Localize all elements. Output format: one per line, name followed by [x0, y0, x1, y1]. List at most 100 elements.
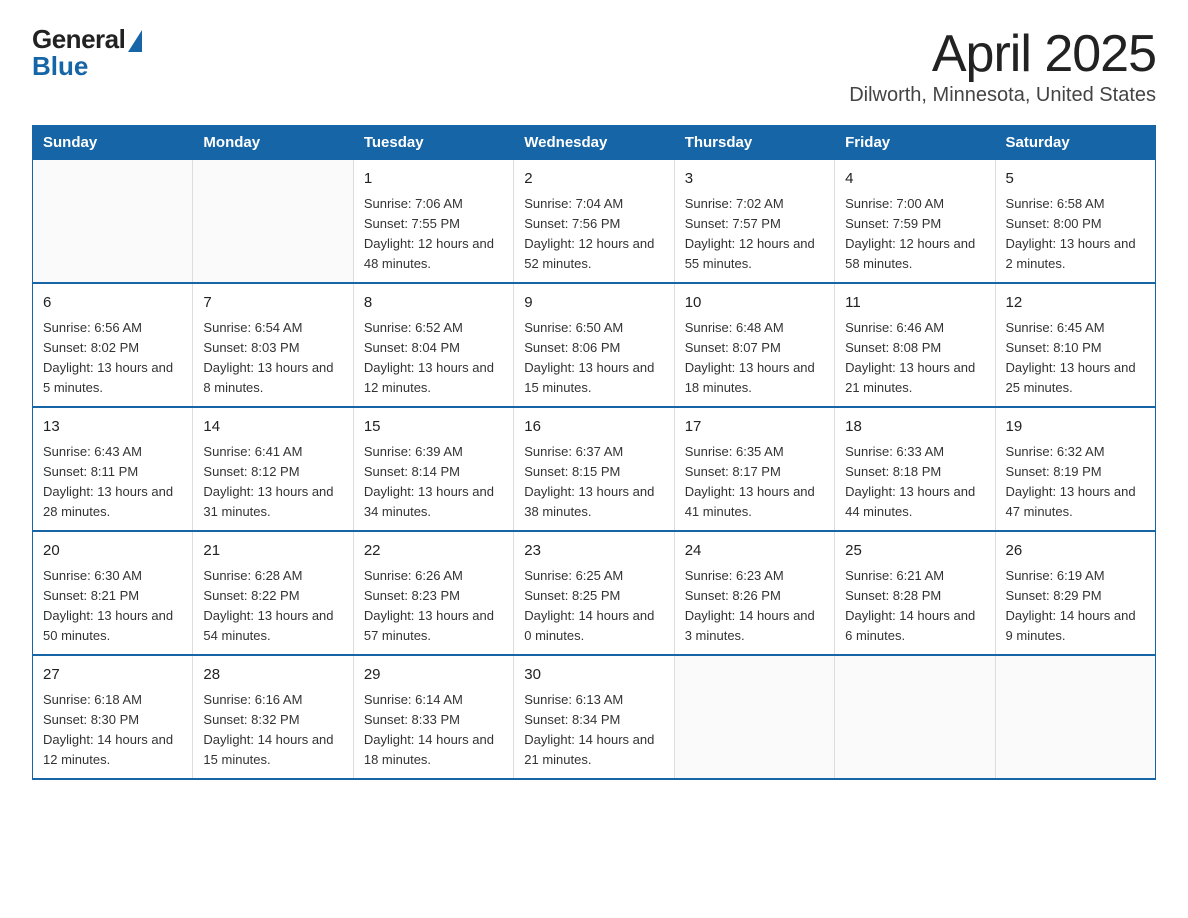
- calendar-header-wednesday: Wednesday: [514, 126, 674, 160]
- day-info: Sunrise: 7:00 AMSunset: 7:59 PMDaylight:…: [845, 194, 984, 275]
- logo: General Blue: [32, 24, 142, 82]
- day-info: Sunrise: 6:30 AMSunset: 8:21 PMDaylight:…: [43, 566, 182, 647]
- day-number: 11: [845, 292, 984, 315]
- calendar-day-cell: 29 Sunrise: 6:14 AMSunset: 8:33 PMDayligh…: [353, 655, 513, 779]
- day-info: Sunrise: 6:33 AMSunset: 8:18 PMDaylight:…: [845, 442, 984, 523]
- day-info: Sunrise: 6:35 AMSunset: 8:17 PMDaylight:…: [685, 442, 824, 523]
- day-number: 16: [524, 416, 663, 439]
- calendar-day-cell: [674, 655, 834, 779]
- calendar-day-cell: [193, 160, 353, 284]
- day-number: 26: [1006, 540, 1145, 563]
- calendar-day-cell: 19 Sunrise: 6:32 AMSunset: 8:19 PMDayligh…: [995, 407, 1155, 531]
- day-info: Sunrise: 6:28 AMSunset: 8:22 PMDaylight:…: [203, 566, 342, 647]
- day-number: 21: [203, 540, 342, 563]
- calendar-week-row: 13 Sunrise: 6:43 AMSunset: 8:11 PMDayligh…: [33, 407, 1156, 531]
- calendar-day-cell: 18 Sunrise: 6:33 AMSunset: 8:18 PMDayligh…: [835, 407, 995, 531]
- calendar-week-row: 6 Sunrise: 6:56 AMSunset: 8:02 PMDaylight…: [33, 283, 1156, 407]
- calendar-header-sunday: Sunday: [33, 126, 193, 160]
- calendar-header-thursday: Thursday: [674, 126, 834, 160]
- calendar-day-cell: 17 Sunrise: 6:35 AMSunset: 8:17 PMDayligh…: [674, 407, 834, 531]
- calendar-day-cell: 24 Sunrise: 6:23 AMSunset: 8:26 PMDayligh…: [674, 531, 834, 655]
- day-number: 10: [685, 292, 824, 315]
- calendar-header-friday: Friday: [835, 126, 995, 160]
- day-number: 30: [524, 664, 663, 687]
- day-number: 2: [524, 168, 663, 191]
- day-info: Sunrise: 6:13 AMSunset: 8:34 PMDaylight:…: [524, 690, 663, 771]
- day-number: 23: [524, 540, 663, 563]
- calendar-week-row: 27Sunrise: 6:18 AMSunset: 8:30 PMDayligh…: [33, 655, 1156, 779]
- calendar-day-cell: [995, 655, 1155, 779]
- day-number: 5: [1006, 168, 1145, 191]
- day-info: Sunrise: 6:43 AMSunset: 8:11 PMDaylight:…: [43, 442, 182, 523]
- day-info: Sunrise: 6:23 AMSunset: 8:26 PMDaylight:…: [685, 566, 824, 647]
- calendar-week-row: 1Sunrise: 7:06 AMSunset: 7:55 PMDaylight…: [33, 160, 1156, 284]
- day-number: 12: [1006, 292, 1145, 315]
- calendar-day-cell: 2 Sunrise: 7:04 AMSunset: 7:56 PMDaylight…: [514, 160, 674, 284]
- calendar-week-row: 20Sunrise: 6:30 AMSunset: 8:21 PMDayligh…: [33, 531, 1156, 655]
- day-info: Sunrise: 6:54 AMSunset: 8:03 PMDaylight:…: [203, 318, 342, 399]
- calendar-day-cell: 1Sunrise: 7:06 AMSunset: 7:55 PMDaylight…: [353, 160, 513, 284]
- day-info: Sunrise: 6:26 AMSunset: 8:23 PMDaylight:…: [364, 566, 503, 647]
- day-number: 14: [203, 416, 342, 439]
- page-subtitle: Dilworth, Minnesota, United States: [849, 84, 1156, 107]
- day-info: Sunrise: 6:25 AMSunset: 8:25 PMDaylight:…: [524, 566, 663, 647]
- day-number: 18: [845, 416, 984, 439]
- calendar-day-cell: 6 Sunrise: 6:56 AMSunset: 8:02 PMDaylight…: [33, 283, 193, 407]
- calendar-day-cell: 14Sunrise: 6:41 AMSunset: 8:12 PMDayligh…: [193, 407, 353, 531]
- calendar-day-cell: 5Sunrise: 6:58 AMSunset: 8:00 PMDaylight…: [995, 160, 1155, 284]
- calendar-day-cell: 8 Sunrise: 6:52 AMSunset: 8:04 PMDaylight…: [353, 283, 513, 407]
- calendar-day-cell: 13 Sunrise: 6:43 AMSunset: 8:11 PMDayligh…: [33, 407, 193, 531]
- day-info: Sunrise: 6:45 AMSunset: 8:10 PMDaylight:…: [1006, 318, 1145, 399]
- day-info: Sunrise: 7:04 AMSunset: 7:56 PMDaylight:…: [524, 194, 663, 275]
- calendar-header-saturday: Saturday: [995, 126, 1155, 160]
- calendar-day-cell: 11Sunrise: 6:46 AMSunset: 8:08 PMDayligh…: [835, 283, 995, 407]
- page-title: April 2025: [849, 24, 1156, 84]
- calendar-day-cell: 3Sunrise: 7:02 AMSunset: 7:57 PMDaylight…: [674, 160, 834, 284]
- calendar-header-tuesday: Tuesday: [353, 126, 513, 160]
- calendar-day-cell: [33, 160, 193, 284]
- calendar-day-cell: 15 Sunrise: 6:39 AMSunset: 8:14 PMDayligh…: [353, 407, 513, 531]
- title-block: April 2025 Dilworth, Minnesota, United S…: [849, 24, 1156, 107]
- calendar-day-cell: 12 Sunrise: 6:45 AMSunset: 8:10 PMDayligh…: [995, 283, 1155, 407]
- day-info: Sunrise: 6:21 AMSunset: 8:28 PMDaylight:…: [845, 566, 984, 647]
- day-number: 4: [845, 168, 984, 191]
- calendar-day-cell: 30 Sunrise: 6:13 AMSunset: 8:34 PMDayligh…: [514, 655, 674, 779]
- calendar-day-cell: 21 Sunrise: 6:28 AMSunset: 8:22 PMDayligh…: [193, 531, 353, 655]
- day-info: Sunrise: 6:52 AMSunset: 8:04 PMDaylight:…: [364, 318, 503, 399]
- day-number: 13: [43, 416, 182, 439]
- day-number: 27: [43, 664, 182, 687]
- day-number: 19: [1006, 416, 1145, 439]
- day-info: Sunrise: 6:14 AMSunset: 8:33 PMDaylight:…: [364, 690, 503, 771]
- calendar-day-cell: 20Sunrise: 6:30 AMSunset: 8:21 PMDayligh…: [33, 531, 193, 655]
- calendar-day-cell: 9Sunrise: 6:50 AMSunset: 8:06 PMDaylight…: [514, 283, 674, 407]
- calendar-day-cell: 26 Sunrise: 6:19 AMSunset: 8:29 PMDayligh…: [995, 531, 1155, 655]
- day-number: 7: [203, 292, 342, 315]
- day-info: Sunrise: 6:56 AMSunset: 8:02 PMDaylight:…: [43, 318, 182, 399]
- calendar-day-cell: 23 Sunrise: 6:25 AMSunset: 8:25 PMDayligh…: [514, 531, 674, 655]
- day-info: Sunrise: 6:48 AMSunset: 8:07 PMDaylight:…: [685, 318, 824, 399]
- calendar-day-cell: 4 Sunrise: 7:00 AMSunset: 7:59 PMDaylight…: [835, 160, 995, 284]
- day-info: Sunrise: 6:32 AMSunset: 8:19 PMDaylight:…: [1006, 442, 1145, 523]
- day-number: 22: [364, 540, 503, 563]
- logo-triangle-icon: [128, 30, 142, 52]
- calendar-day-cell: 10 Sunrise: 6:48 AMSunset: 8:07 PMDayligh…: [674, 283, 834, 407]
- day-info: Sunrise: 7:06 AMSunset: 7:55 PMDaylight:…: [364, 194, 503, 275]
- day-number: 25: [845, 540, 984, 563]
- day-info: Sunrise: 7:02 AMSunset: 7:57 PMDaylight:…: [685, 194, 824, 275]
- day-info: Sunrise: 6:39 AMSunset: 8:14 PMDaylight:…: [364, 442, 503, 523]
- day-number: 28: [203, 664, 342, 687]
- day-info: Sunrise: 6:37 AMSunset: 8:15 PMDaylight:…: [524, 442, 663, 523]
- calendar-day-cell: 22 Sunrise: 6:26 AMSunset: 8:23 PMDayligh…: [353, 531, 513, 655]
- day-info: Sunrise: 6:16 AMSunset: 8:32 PMDaylight:…: [203, 690, 342, 771]
- day-number: 6: [43, 292, 182, 315]
- calendar-day-cell: [835, 655, 995, 779]
- day-number: 8: [364, 292, 503, 315]
- calendar-table: SundayMondayTuesdayWednesdayThursdayFrid…: [32, 125, 1156, 780]
- calendar-header-row: SundayMondayTuesdayWednesdayThursdayFrid…: [33, 126, 1156, 160]
- day-number: 24: [685, 540, 824, 563]
- day-number: 15: [364, 416, 503, 439]
- day-info: Sunrise: 6:19 AMSunset: 8:29 PMDaylight:…: [1006, 566, 1145, 647]
- day-number: 17: [685, 416, 824, 439]
- day-number: 29: [364, 664, 503, 687]
- page-header: General Blue April 2025 Dilworth, Minnes…: [32, 24, 1156, 107]
